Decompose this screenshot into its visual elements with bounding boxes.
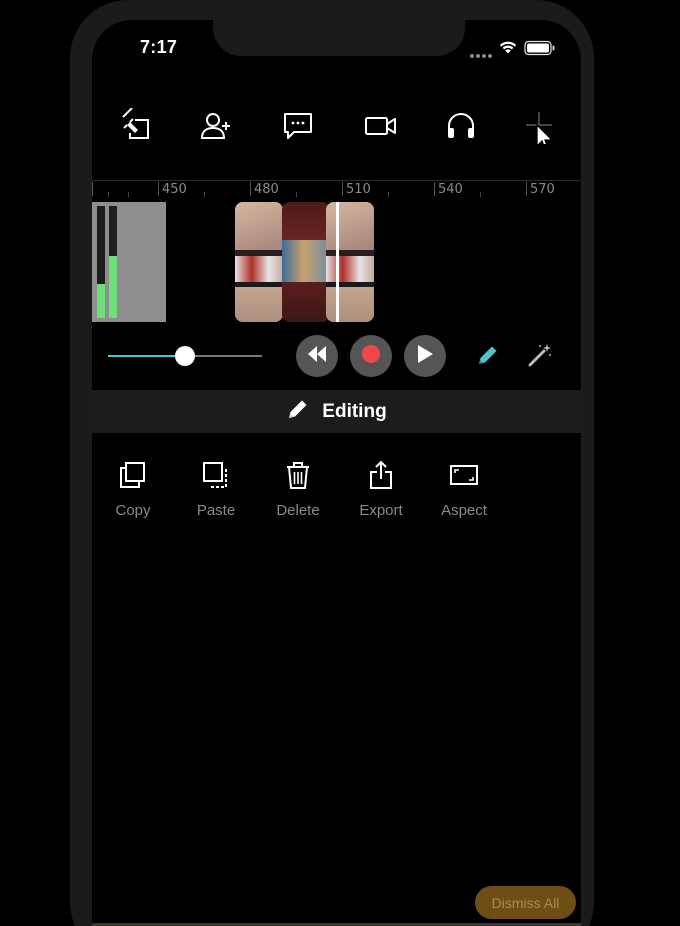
ruler-label: 450 xyxy=(162,182,187,197)
editing-header: Editing xyxy=(92,390,581,433)
clip-frame xyxy=(326,256,374,282)
dismiss-all-button[interactable]: Dismiss All xyxy=(475,886,576,919)
magic-wand-icon[interactable] xyxy=(527,342,553,373)
paste-button[interactable]: Paste xyxy=(181,458,251,519)
copy-label: Copy xyxy=(115,502,151,519)
export-label: Export xyxy=(359,502,403,519)
video-clip-thumbnail[interactable] xyxy=(235,202,283,322)
volume-slider-fill xyxy=(108,355,185,357)
clip-frame xyxy=(235,287,283,322)
clip-frame xyxy=(282,282,330,322)
paste-label: Paste xyxy=(196,502,236,519)
ruler-label: 510 xyxy=(346,182,371,197)
aspect-button[interactable]: Aspect xyxy=(429,458,499,519)
pencil-icon xyxy=(286,397,310,426)
ruler-label: 570 xyxy=(530,182,555,197)
record-icon xyxy=(362,344,380,368)
export-icon xyxy=(346,458,416,492)
chat-icon[interactable] xyxy=(280,108,316,144)
ruler-label: 540 xyxy=(438,182,463,197)
ruler-minor-mark xyxy=(480,192,481,197)
delete-label: Delete xyxy=(276,502,320,519)
clip-frame xyxy=(326,202,374,250)
status-time: 7:17 xyxy=(140,37,178,57)
add-user-icon[interactable] xyxy=(198,108,234,144)
headphones-icon[interactable] xyxy=(443,108,479,144)
aspect-ratio-icon xyxy=(429,458,499,492)
rewind-icon xyxy=(306,345,328,368)
clip-frame xyxy=(282,240,330,282)
delete-button[interactable]: Delete xyxy=(263,458,333,519)
ruler-mark xyxy=(250,182,251,196)
notch xyxy=(213,0,465,56)
clip-frame xyxy=(235,256,283,282)
play-icon xyxy=(416,344,434,369)
add-icon[interactable] xyxy=(522,108,558,150)
playhead[interactable] xyxy=(336,202,339,322)
volume-slider-thumb[interactable] xyxy=(175,346,195,366)
video-clip-thumbnail[interactable] xyxy=(282,202,330,322)
ruler-mark xyxy=(92,182,93,196)
trash-icon xyxy=(263,458,333,492)
pencil-icon[interactable] xyxy=(476,343,500,372)
wifi-icon xyxy=(498,39,518,60)
clip-frame xyxy=(282,202,330,240)
ruler-minor-mark xyxy=(388,192,389,197)
ruler-minor-mark xyxy=(296,192,297,197)
volume-slider-track[interactable] xyxy=(185,355,262,357)
signal-dots-icon xyxy=(470,45,494,58)
ruler-label: 480 xyxy=(254,182,279,197)
ruler-baseline xyxy=(92,180,581,181)
ruler-minor-mark xyxy=(108,192,109,197)
aspect-label: Aspect xyxy=(441,502,487,519)
clip-frame xyxy=(235,202,283,250)
level-meter-fill xyxy=(109,256,117,318)
ruler-mark xyxy=(342,182,343,196)
battery-icon xyxy=(524,40,556,61)
level-meter-right xyxy=(109,206,117,318)
ruler-minor-mark xyxy=(204,192,205,197)
back-edit-icon[interactable] xyxy=(118,107,154,144)
video-clip-thumbnail[interactable] xyxy=(326,202,374,322)
paste-icon xyxy=(181,458,251,492)
editing-title: Editing xyxy=(322,400,387,422)
timeline-ruler[interactable]: 450 480 510 540 570 xyxy=(92,180,581,202)
level-meter-left xyxy=(97,206,105,318)
ruler-minor-mark xyxy=(128,192,129,197)
app-screen: 7:17 450 480 510 540 570 Editing Copy Pa… xyxy=(0,0,680,926)
ruler-mark xyxy=(526,182,527,196)
record-button[interactable] xyxy=(350,335,392,377)
rewind-button[interactable] xyxy=(296,335,338,377)
ruler-mark xyxy=(158,182,159,196)
level-meter-fill xyxy=(97,284,105,318)
clip-frame xyxy=(326,287,374,322)
ruler-mark xyxy=(434,182,435,196)
video-camera-icon[interactable] xyxy=(362,108,398,144)
play-button[interactable] xyxy=(404,335,446,377)
copy-button[interactable]: Copy xyxy=(98,458,168,519)
export-button[interactable]: Export xyxy=(346,458,416,519)
copy-icon xyxy=(98,458,168,492)
